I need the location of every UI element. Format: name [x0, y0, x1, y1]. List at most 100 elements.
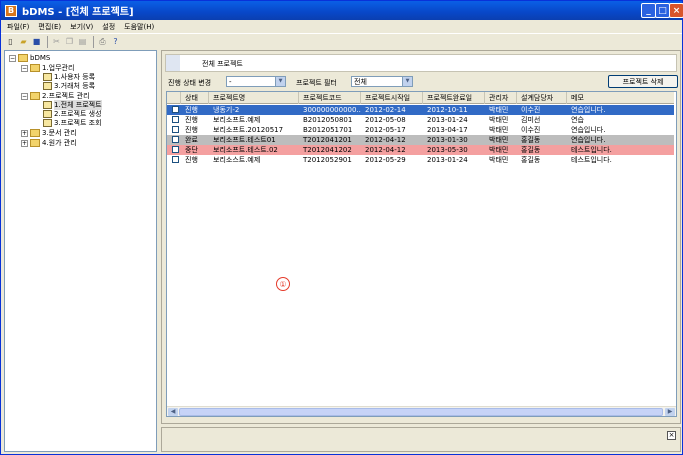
- row-checkbox[interactable]: [172, 136, 179, 143]
- window-title: bDMS - [전체 프로젝트]: [22, 7, 134, 18]
- project-grid: 상태 프로젝트명 프로젝트코드 프로젝트시작일 프로젝트완료일 관리자 설계담당…: [166, 91, 677, 417]
- cell-status: 진행: [185, 106, 198, 114]
- status-select-value: -: [229, 78, 232, 86]
- menu-view[interactable]: 보기(V): [70, 22, 93, 32]
- tree-root[interactable]: − bDMS: [9, 53, 50, 63]
- cell-manager: 박태민: [489, 156, 509, 164]
- table-row[interactable]: 진행 보리소스트.예제 T2012052901 2012-05-29 2013-01-2…: [167, 155, 674, 165]
- collapse-icon[interactable]: −: [9, 54, 16, 62]
- scroll-left-icon[interactable]: ◀: [168, 408, 178, 416]
- menu-edit[interactable]: 편집(E): [38, 22, 61, 32]
- tree-label: 3.거래처 등록: [54, 82, 96, 90]
- paste-icon[interactable]: ▤: [77, 36, 88, 47]
- tree-item-client-register[interactable]: 3.거래처 등록: [43, 81, 95, 91]
- header-memo[interactable]: 메모: [567, 92, 674, 104]
- cell-manager: 박태민: [489, 106, 509, 114]
- table-row[interactable]: 중단 보리소프트.테스트.02 T2012041202 2012-04-12 2013-…: [167, 145, 674, 155]
- cell-end: 2012-10-11: [427, 106, 468, 114]
- cell-start: 2012-05-08: [365, 116, 406, 124]
- menu-settings[interactable]: 설정: [102, 22, 115, 32]
- collapse-icon[interactable]: −: [21, 64, 28, 72]
- print-icon[interactable]: ⎙: [97, 36, 108, 47]
- header-project-code[interactable]: 프로젝트코드: [299, 92, 361, 104]
- chevron-down-icon[interactable]: ▼: [402, 77, 412, 86]
- project-filter-select[interactable]: 전체 ▼: [351, 76, 413, 87]
- table-row[interactable]: 진행 냉동기-2 300000000000... 2012-02-14 2012-10-…: [167, 105, 674, 115]
- minimize-button[interactable]: _: [641, 3, 656, 18]
- cell-status: 진행: [185, 116, 198, 124]
- scroll-thumb[interactable]: [179, 408, 663, 416]
- cell-name: 보리소프트.테스트.02: [213, 146, 278, 154]
- document-icon: [43, 110, 52, 118]
- close-button[interactable]: ×: [669, 3, 683, 18]
- close-panel-icon[interactable]: ×: [667, 431, 676, 440]
- scroll-right-icon[interactable]: ▶: [665, 408, 675, 416]
- project-filter-value: 전체: [354, 78, 367, 86]
- row-checkbox-cell: [167, 135, 181, 145]
- folder-icon: [30, 139, 40, 147]
- header-checkbox[interactable]: [167, 92, 181, 104]
- row-checkbox[interactable]: [172, 146, 179, 153]
- row-checkbox-cell: [167, 105, 181, 115]
- tree-item-project-search[interactable]: 3.프로젝트 조회: [43, 118, 102, 128]
- row-checkbox[interactable]: [172, 126, 179, 133]
- row-checkbox[interactable]: [172, 156, 179, 163]
- cell-memo: 연습입니다.: [571, 126, 606, 134]
- tree-label: bDMS: [30, 54, 51, 62]
- header-status[interactable]: 상태: [181, 92, 209, 104]
- table-row[interactable]: 진행 보리소프트.예제 B2012050801 2012-05-08 2013-01-2…: [167, 115, 674, 125]
- tree-item-document-manage[interactable]: + 3.문서 관리: [21, 128, 77, 138]
- cell-name: 보리소스트.예제: [213, 156, 261, 164]
- app-logo-icon: B: [5, 4, 17, 17]
- copy-icon[interactable]: ❐: [64, 36, 75, 47]
- cell-manager: 박태민: [489, 136, 509, 144]
- expand-icon[interactable]: +: [21, 139, 28, 147]
- help-icon[interactable]: ?: [110, 36, 121, 47]
- toolbar-separator: [93, 35, 94, 48]
- header-start-date[interactable]: 프로젝트시작일: [361, 92, 423, 104]
- header-manager[interactable]: 관리자: [485, 92, 517, 104]
- page-header: 전체 프로젝트: [165, 54, 677, 72]
- cell-manager: 박태민: [489, 126, 509, 134]
- row-checkbox-cell: [167, 125, 181, 135]
- cell-end: 2013-04-17: [427, 126, 468, 134]
- new-icon[interactable]: ▯: [5, 36, 16, 47]
- menu-file[interactable]: 파일(F): [7, 22, 29, 32]
- document-icon: [43, 73, 52, 81]
- table-row[interactable]: 완료 보리소프트.테스트01 T2012041201 2012-04-12 2013-0…: [167, 135, 674, 145]
- row-checkbox[interactable]: [172, 106, 179, 113]
- delete-project-button[interactable]: 프로젝트 삭제: [608, 75, 678, 88]
- title-bar[interactable]: B bDMS - [전체 프로젝트] _ □ ×: [1, 1, 683, 20]
- header-designer[interactable]: 설계담당자: [517, 92, 567, 104]
- tree-item-cost-manage[interactable]: + 4.원가 관리: [21, 138, 77, 148]
- document-icon: [43, 119, 52, 127]
- cell-end: 2013-01-30: [427, 136, 468, 144]
- cell-memo: 연습입니다.: [571, 136, 606, 144]
- header-end-date[interactable]: 프로젝트완료일: [423, 92, 485, 104]
- chevron-down-icon[interactable]: ▼: [275, 77, 285, 86]
- table-row[interactable]: 진행 보리소프트.20120517 B2012051701 2012-05-17 201…: [167, 125, 674, 135]
- maximize-button[interactable]: □: [655, 3, 670, 18]
- expand-icon[interactable]: +: [21, 129, 28, 137]
- open-icon[interactable]: ▰: [18, 36, 29, 47]
- status-select[interactable]: - ▼: [226, 76, 286, 87]
- horizontal-scrollbar[interactable]: ◀ ▶: [167, 406, 676, 416]
- cell-memo: 연습입니다.: [571, 106, 606, 114]
- row-checkbox[interactable]: [172, 116, 179, 123]
- cell-status: 진행: [185, 126, 198, 134]
- menu-help[interactable]: 도움말(H): [124, 22, 154, 32]
- cell-memo: 테스트입니다.: [571, 146, 612, 154]
- row-checkbox-cell: [167, 115, 181, 125]
- save-icon[interactable]: ■: [31, 36, 42, 47]
- cut-icon[interactable]: ✂: [51, 36, 62, 47]
- collapse-icon[interactable]: −: [21, 92, 28, 100]
- menu-bar: 파일(F) 편집(E) 보기(V) 설정 도움말(H): [1, 20, 682, 33]
- toolbar: ▯ ▰ ■ ✂ ❐ ▤ ⎙ ?: [1, 33, 682, 49]
- status-change-label: 진행 상태 변경: [168, 79, 212, 87]
- cell-start: 2012-02-14: [365, 106, 406, 114]
- cell-designer: 이수진: [521, 106, 541, 114]
- cell-code: T2012052901: [303, 156, 352, 164]
- page-title: 전체 프로젝트: [202, 60, 243, 68]
- header-project-name[interactable]: 프로젝트명: [209, 92, 299, 104]
- row-checkbox-cell: [167, 145, 181, 155]
